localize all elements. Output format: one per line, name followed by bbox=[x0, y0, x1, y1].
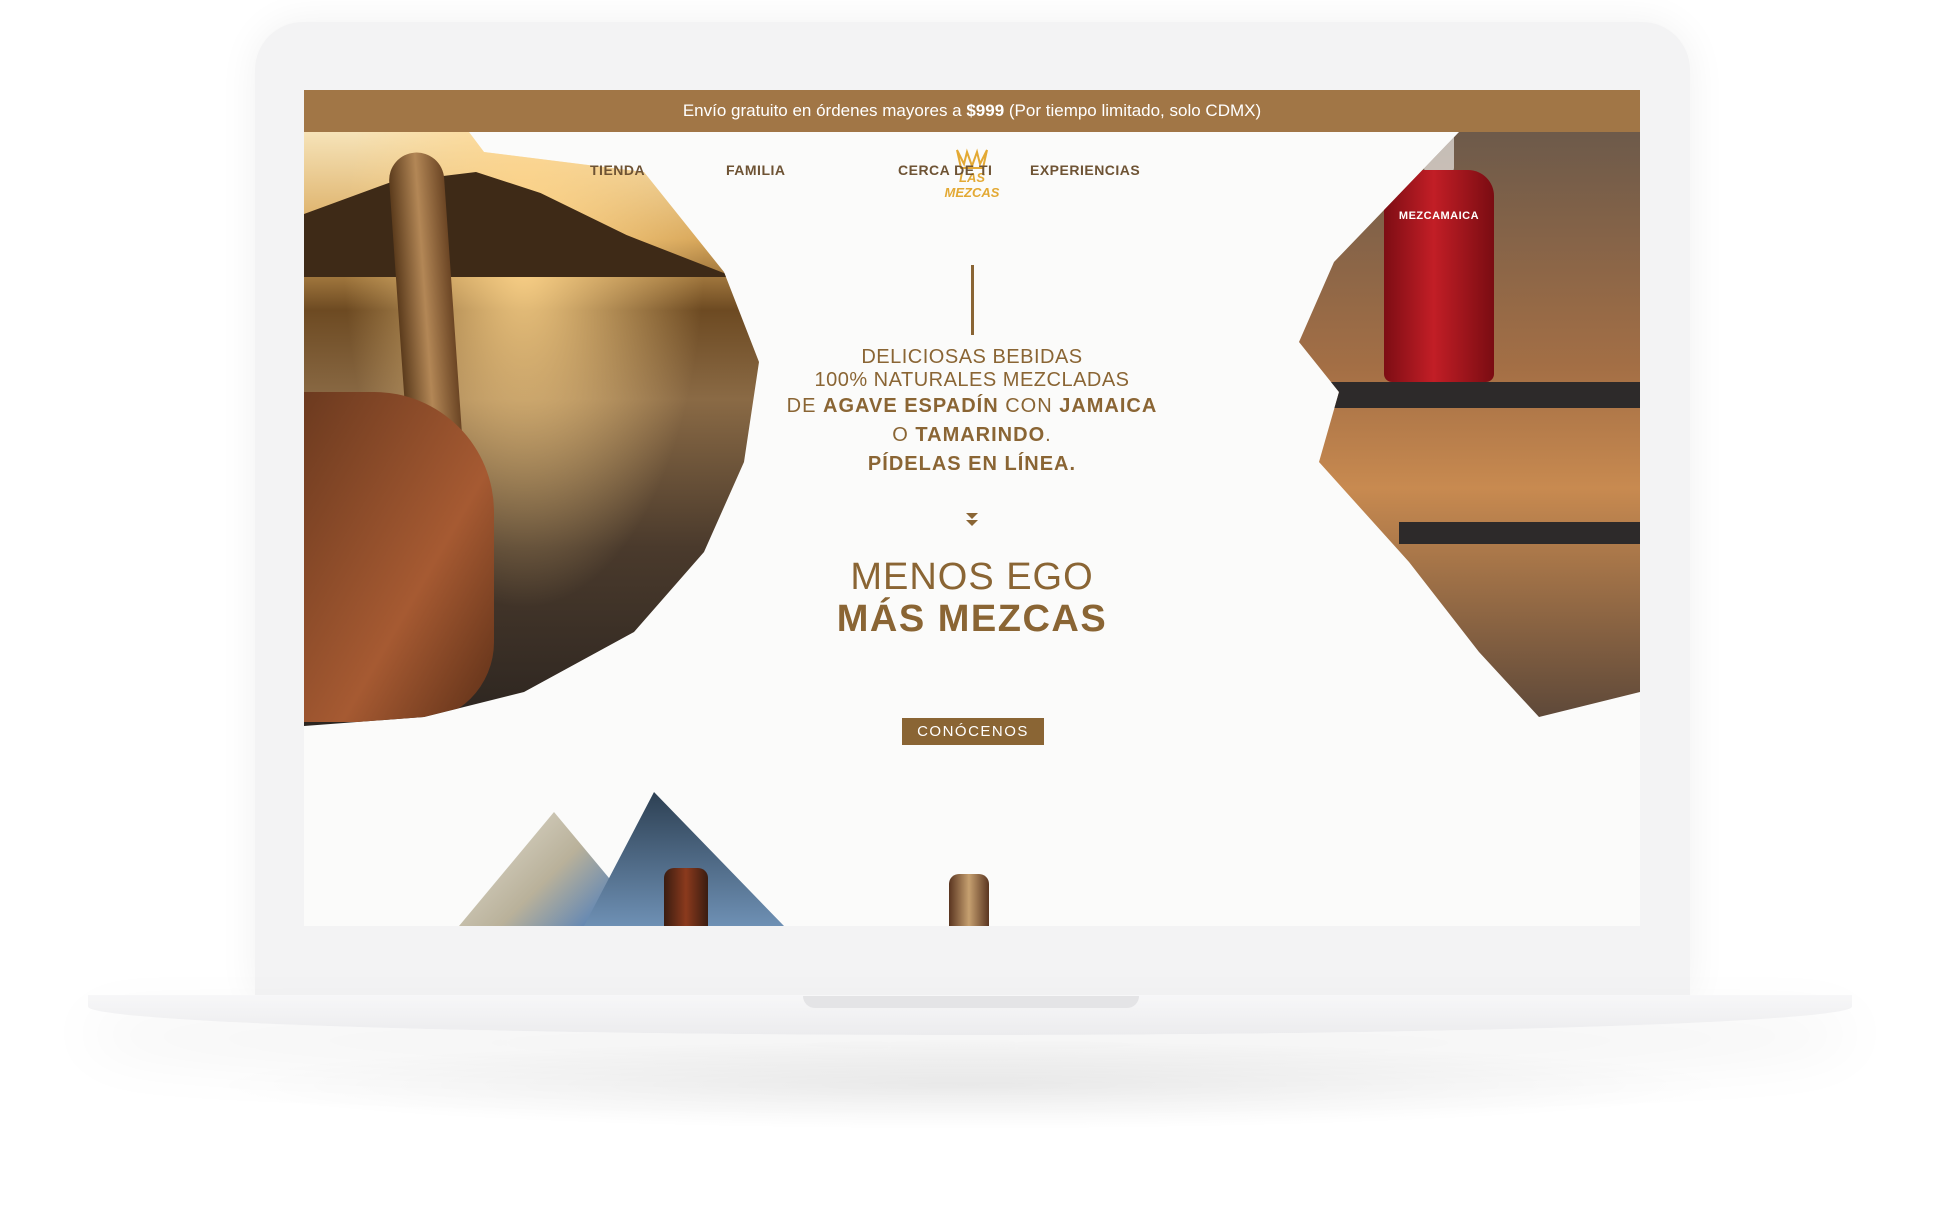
hero-line-3-b: AGAVE ESPADÍN bbox=[823, 395, 999, 417]
shelf bbox=[1319, 382, 1640, 408]
hero-line-3-d: JAMAICA bbox=[1059, 395, 1158, 417]
hero-line-4: O TAMARINDO. bbox=[722, 421, 1222, 450]
conocenos-button[interactable]: CONÓCENOS bbox=[902, 718, 1044, 745]
lower-section bbox=[304, 782, 1640, 926]
nav-experiencias[interactable]: EXPERIENCIAS bbox=[1030, 162, 1140, 178]
tagline-line-1: MENOS EGO bbox=[850, 556, 1094, 598]
promo-suffix: (Por tiempo limitado, solo CDMX) bbox=[1004, 101, 1262, 120]
shelf-lower bbox=[1399, 522, 1640, 544]
vertical-divider bbox=[971, 265, 974, 335]
hero-line-4-b: TAMARINDO bbox=[915, 424, 1046, 446]
collage-bottle-2 bbox=[949, 874, 989, 926]
hero-line-2: 100% NATURALES MEZCLADAS bbox=[814, 369, 1130, 391]
device-mockup: Envío gratuito en órdenes mayores a $999… bbox=[0, 0, 1940, 1226]
hero-line-3-a: DE bbox=[786, 395, 824, 417]
hero-line-5-text: PÍDELAS EN LÍNEA. bbox=[867, 453, 1077, 475]
hero-line-3: DE AGAVE ESPADÍN CON JAMAICA bbox=[722, 392, 1222, 421]
nav-tienda[interactable]: TIENDA bbox=[590, 162, 645, 178]
website-screen: Envío gratuito en órdenes mayores a $999… bbox=[304, 90, 1640, 926]
hero-section: MEZCAMAICA DELICIOSAS BEBIDAS 100% NATUR… bbox=[304, 132, 1640, 782]
tagline: MENOS EGO MÁS MEZCAS bbox=[722, 556, 1222, 640]
double-chevron-down-icon[interactable] bbox=[962, 510, 982, 530]
nav-familia[interactable]: FAMILIA bbox=[726, 162, 786, 178]
nav-cerca-de-ti[interactable]: CERCA DE TI bbox=[898, 162, 992, 178]
promo-amount: $999 bbox=[966, 101, 1005, 120]
promo-bar: Envío gratuito en órdenes mayores a $999… bbox=[304, 90, 1640, 132]
logo-line-2: MEZCAS bbox=[944, 185, 1000, 200]
hero-copy: DELICIOSAS BEBIDAS 100% NATURALES MEZCLA… bbox=[722, 346, 1222, 479]
hero-line-1: DELICIOSAS BEBIDAS bbox=[861, 346, 1083, 368]
hero-line-4-a: O bbox=[892, 424, 916, 446]
hero-arm bbox=[304, 392, 494, 722]
hero-line-3-c: CON bbox=[998, 395, 1060, 417]
laptop-notch bbox=[803, 996, 1139, 1008]
hero-line-5: PÍDELAS EN LÍNEA. bbox=[722, 450, 1222, 479]
tagline-line-2: MÁS MEZCAS bbox=[836, 598, 1108, 640]
hero-line-4-c: . bbox=[1045, 424, 1052, 446]
promo-text: Envío gratuito en órdenes mayores a bbox=[682, 101, 967, 120]
main-nav: TIENDA FAMILIA LAS MEZCAS CERCA DE TI EX… bbox=[304, 132, 1640, 222]
collage-bottle-1 bbox=[664, 868, 708, 926]
laptop-shadow bbox=[200, 1040, 1740, 1130]
